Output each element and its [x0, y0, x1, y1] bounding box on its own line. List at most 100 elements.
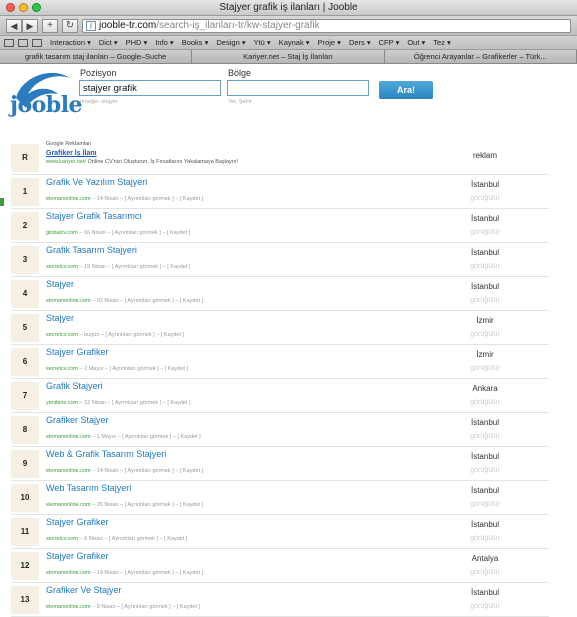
- ad-source[interactable]: www.kariyer.net/: [46, 159, 86, 165]
- save-link[interactable]: [ Kaydet ]: [167, 230, 190, 236]
- forward-button[interactable]: ▶: [22, 18, 38, 33]
- result-date: 2 Mayıs: [84, 366, 104, 372]
- result-title-link[interactable]: Grafik Stajyeri: [46, 381, 103, 391]
- result-meta: elemanonline.com – 1 Mayıs – [ Ayrıntıla…: [46, 434, 201, 440]
- result-title-link[interactable]: Grafiker Ve Stajyer: [46, 585, 122, 595]
- add-bookmark-button[interactable]: +: [42, 18, 58, 33]
- result-meta: yenibiris.com – 12 Nisan – [ Ayrıntıları…: [46, 400, 191, 406]
- bookmark-folder[interactable]: Interaction ▾: [50, 38, 91, 47]
- result-row: 9 Web & Grafik Tasarım Stajyeri elemanon…: [11, 447, 549, 481]
- bookmark-folder[interactable]: Out ▾: [407, 38, 425, 47]
- window-title: Stajyer grafik iş ilanları | Jooble: [219, 2, 358, 13]
- minimize-window-icon[interactable]: [19, 3, 28, 12]
- result-source-link[interactable]: secretcv.com: [46, 264, 78, 270]
- close-window-icon[interactable]: [6, 3, 15, 12]
- result-title-link[interactable]: Grafik Tasarım Stajyeri: [46, 245, 137, 255]
- result-source-link[interactable]: elemanonline.com: [46, 196, 91, 202]
- details-link[interactable]: [ Ayrıntıları görmek ]: [125, 196, 174, 202]
- save-link[interactable]: [ Kaydet ]: [164, 536, 187, 542]
- reload-button[interactable]: ↻: [62, 18, 78, 33]
- save-link[interactable]: [ Kaydet ]: [167, 400, 190, 406]
- position-input[interactable]: [79, 80, 221, 96]
- result-source-link[interactable]: elemanonline.com: [46, 570, 91, 576]
- result-city: Ankara: [472, 384, 498, 393]
- result-source-link[interactable]: elemanonline.com: [46, 468, 91, 474]
- result-date: 26 Nisan: [96, 502, 119, 508]
- result-title-link[interactable]: Web & Grafik Tasarım Stajyeri: [46, 449, 166, 459]
- save-link[interactable]: [ Kaydet ]: [177, 434, 200, 440]
- region-input[interactable]: [227, 80, 369, 96]
- result-title-link[interactable]: Stajyer: [46, 279, 74, 289]
- tab-ogrenci-arayanlar[interactable]: Öğrenci Arayanlar – Grafikerler – Türk..…: [384, 50, 577, 63]
- result-meta: secretcv.com – 2 Mayıs – [ Ayrıntıları g…: [46, 366, 188, 372]
- results-list: R Google Reklamları Grafiker İş İlanı ww…: [11, 141, 549, 617]
- bookmark-folder[interactable]: Ytü ▾: [254, 38, 271, 47]
- maximize-window-icon[interactable]: [32, 3, 41, 12]
- result-source-link[interactable]: elemanonline.com: [46, 298, 91, 304]
- result-seen-label: görüğülür: [470, 331, 500, 338]
- bookmark-folder[interactable]: Ders ▾: [349, 38, 371, 47]
- details-link[interactable]: [ Ayrıntıları görmek ]: [125, 570, 174, 576]
- result-source-link[interactable]: yenibiris.com: [46, 400, 78, 406]
- details-link[interactable]: [ Ayrıntıları görmek ]: [125, 298, 174, 304]
- save-link[interactable]: [ Kaydet ]: [161, 332, 184, 338]
- result-title-link[interactable]: Stajyer: [46, 313, 74, 323]
- bookmark-folder[interactable]: CFP ▾: [379, 38, 400, 47]
- bookmark-folder[interactable]: Kaynak ▾: [279, 38, 310, 47]
- bookmarks-book-icon[interactable]: [18, 38, 28, 47]
- details-link[interactable]: [ Ayrıntıları görmek ]: [112, 400, 161, 406]
- ad-title-link[interactable]: Grafiker İş İlanı: [46, 150, 97, 157]
- save-link[interactable]: [ Kaydet ]: [180, 502, 203, 508]
- result-title-link[interactable]: Grafik Ve Yazılım Stajyeri: [46, 177, 147, 187]
- result-meta: elemanonline.com – 14 Nisan – [ Ayrıntıl…: [46, 570, 203, 576]
- details-link[interactable]: [ Ayrıntıları görmek ]: [122, 604, 171, 610]
- result-source-link[interactable]: elemanonline.com: [46, 604, 91, 610]
- details-link[interactable]: [ Ayrıntıları görmek ]: [106, 332, 155, 338]
- bookmark-folder[interactable]: Books ▾: [182, 38, 209, 47]
- tab-google-search[interactable]: grafik tasarım staj ilanları – Google–Su…: [0, 50, 193, 63]
- search-button[interactable]: Ara!: [379, 81, 433, 99]
- result-title-link[interactable]: Stajyer Grafiker: [46, 347, 109, 357]
- details-link[interactable]: [ Ayrıntıları görmek ]: [112, 264, 161, 270]
- details-link[interactable]: [ Ayrıntıları görmek ]: [110, 366, 159, 372]
- address-bar[interactable]: j jooble-tr.com /search-iş_ilanları-tr/k…: [82, 18, 571, 33]
- save-link[interactable]: [ Kaydet ]: [180, 570, 203, 576]
- result-source-link[interactable]: globalcv.com: [46, 230, 78, 236]
- browser-toolbar: ◀ ▶ + ↻ j jooble-tr.com /search-iş_ilanl…: [0, 16, 577, 36]
- result-title-link[interactable]: Stajyer Grafiker: [46, 517, 109, 527]
- result-number: 2: [11, 212, 39, 240]
- result-row: 10 Web Tasarım Stajyeri elemanonline.com…: [11, 481, 549, 515]
- save-link[interactable]: [ Kaydet ]: [167, 264, 190, 270]
- tab-kariyer[interactable]: Kariyer.net – Staj İş İlanları: [192, 50, 385, 63]
- result-source-link[interactable]: secretcv.com: [46, 536, 78, 542]
- details-link[interactable]: [ Ayrıntıları görmek ]: [122, 434, 171, 440]
- result-title-link[interactable]: Grafiker Stajyer: [46, 415, 109, 425]
- jooble-logo-text[interactable]: jooble: [10, 92, 83, 118]
- result-title-link[interactable]: Stajyer Grafiker: [46, 551, 109, 561]
- details-link[interactable]: [ Ayrıntıları görmek ]: [125, 502, 174, 508]
- save-link[interactable]: [ Kaydet ]: [180, 298, 203, 304]
- bookmark-folder[interactable]: Design ▾: [216, 38, 245, 47]
- save-link[interactable]: [ Kaydet ]: [165, 366, 188, 372]
- back-button[interactable]: ◀: [6, 18, 22, 33]
- reading-list-icon[interactable]: [4, 38, 14, 47]
- save-link[interactable]: [ Kaydet ]: [180, 468, 203, 474]
- result-source-link[interactable]: elemanonline.com: [46, 434, 91, 440]
- bookmark-folder[interactable]: Proje ▾: [318, 38, 341, 47]
- save-link[interactable]: [ Kaydet ]: [177, 604, 200, 610]
- bookmark-folder[interactable]: Tez ▾: [433, 38, 451, 47]
- result-title-link[interactable]: Stajyer Grafik Tasarımcı: [46, 211, 142, 221]
- result-title-link[interactable]: Web Tasarım Stajyeri: [46, 483, 131, 493]
- details-link[interactable]: [ Ayrıntıları görmek ]: [109, 536, 158, 542]
- details-link[interactable]: [ Ayrıntıları görmek ]: [112, 230, 161, 236]
- scroll-marker: [0, 198, 4, 206]
- bookmark-folder[interactable]: Dict ▾: [99, 38, 118, 47]
- bookmark-folder[interactable]: Info ▾: [155, 38, 173, 47]
- save-link[interactable]: [ Kaydet ]: [180, 196, 203, 202]
- result-source-link[interactable]: elemanonline.com: [46, 502, 91, 508]
- details-link[interactable]: [ Ayrıntıları görmek ]: [125, 468, 174, 474]
- bookmark-folder[interactable]: PHD ▾: [126, 38, 148, 47]
- top-sites-grid-icon[interactable]: [32, 38, 42, 47]
- result-source-link[interactable]: secretcv.com: [46, 332, 78, 338]
- result-source-link[interactable]: secretcv.com: [46, 366, 78, 372]
